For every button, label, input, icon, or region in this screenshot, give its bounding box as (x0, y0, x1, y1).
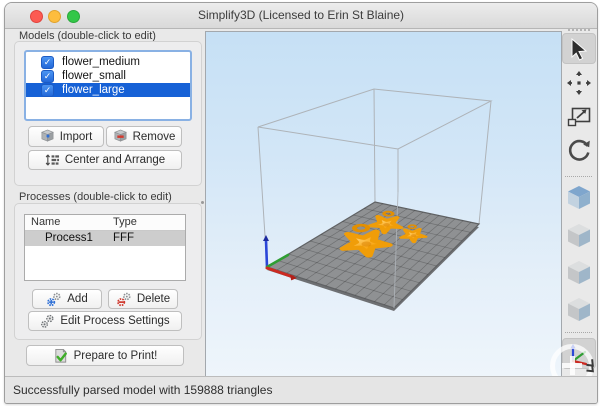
view-cube-3-button[interactable] (562, 294, 596, 325)
process-type: FFF (113, 232, 134, 244)
process-table[interactable]: Name Type Process1 FFF (24, 214, 186, 281)
prepare-to-print-label: Prepare to Print! (74, 350, 158, 362)
cube-gray-icon (566, 296, 592, 323)
rotate-tool-button[interactable] (562, 134, 596, 165)
cube-blue-icon (566, 184, 592, 211)
move-tool-button[interactable] (562, 67, 596, 98)
window-title: Simplify3D (Licensed to Erin St Blaine) (5, 3, 597, 28)
checkbox-checked-icon[interactable] (41, 56, 54, 69)
checkbox-checked-icon[interactable] (41, 70, 54, 83)
checkbox-checked-icon[interactable] (41, 84, 54, 97)
cube-gray-icon (566, 259, 592, 286)
model-name: flower_large (62, 84, 125, 96)
view-cube-2-button[interactable] (562, 257, 596, 288)
model-name: flower_medium (62, 56, 140, 68)
title-bar[interactable]: Simplify3D (Licensed to Erin St Blaine) (5, 3, 597, 29)
delete-process-button[interactable]: Delete (108, 289, 178, 309)
page-check-icon (53, 348, 69, 364)
toolbar-drag-handle[interactable] (568, 29, 590, 31)
model-list-item[interactable]: flower_small (26, 69, 190, 83)
view-cube-1-button[interactable] (562, 220, 596, 251)
splitter-handle[interactable] (201, 201, 204, 204)
toolbar (561, 29, 598, 377)
model-list-item[interactable]: flower_medium (26, 55, 190, 69)
center-arrange-button[interactable]: Center and Arrange (28, 150, 182, 170)
build-scene (206, 32, 561, 376)
gear-minus-icon (116, 292, 132, 307)
process-table-header[interactable]: Name Type (25, 215, 185, 231)
box-minus-icon (113, 129, 128, 144)
cube-gray-icon (566, 222, 592, 249)
move-arrows-icon (566, 70, 592, 96)
model-list[interactable]: flower_medium flower_small flower_large (24, 50, 192, 121)
select-tool-button[interactable] (562, 33, 596, 64)
model-list-item-selected[interactable]: flower_large (26, 83, 190, 97)
scale-tool-button[interactable] (562, 101, 596, 132)
arrange-icon (45, 153, 60, 167)
gear-plus-icon (46, 292, 62, 307)
gears-icon (40, 314, 55, 329)
model-name: flower_small (62, 70, 126, 82)
status-message: Successfully parsed model with 159888 tr… (13, 383, 272, 397)
import-label: Import (60, 131, 93, 143)
build-plate[interactable] (267, 202, 479, 311)
toolbar-separator (565, 332, 592, 333)
models-groupbox: flower_medium flower_small flower_large … (14, 41, 202, 186)
process-name: Process1 (45, 232, 93, 244)
remove-button[interactable]: Remove (106, 126, 182, 147)
app-window: Simplify3D (Licensed to Erin St Blaine) … (4, 2, 598, 404)
process-row-selected[interactable]: Process1 FFF (25, 231, 185, 246)
add-label: Add (67, 293, 87, 305)
rotate-icon (566, 137, 592, 163)
import-button[interactable]: Import (28, 126, 104, 147)
scale-icon (566, 105, 592, 129)
view-cube-iso-button[interactable] (562, 182, 596, 213)
remove-label: Remove (133, 131, 176, 143)
toolbar-overflow-chevrons-icon[interactable] (583, 358, 597, 376)
processes-panel-label: Processes (double-click to edit) (19, 191, 172, 203)
edit-process-settings-button[interactable]: Edit Process Settings (28, 311, 182, 331)
edit-process-settings-label: Edit Process Settings (60, 315, 169, 327)
center-arrange-label: Center and Arrange (65, 154, 165, 166)
toolbar-separator (565, 176, 592, 177)
delete-label: Delete (137, 293, 170, 305)
viewport-3d[interactable] (205, 31, 562, 377)
add-process-button[interactable]: Add (32, 289, 102, 309)
column-type[interactable]: Type (113, 216, 137, 228)
prepare-to-print-button[interactable]: Prepare to Print! (26, 345, 184, 366)
processes-groupbox: Name Type Process1 FFF Add (14, 203, 202, 340)
cursor-arrow-icon (568, 37, 590, 61)
box-plus-icon (40, 129, 55, 144)
status-bar: Successfully parsed model with 159888 tr… (5, 376, 597, 403)
column-name[interactable]: Name (31, 216, 60, 228)
